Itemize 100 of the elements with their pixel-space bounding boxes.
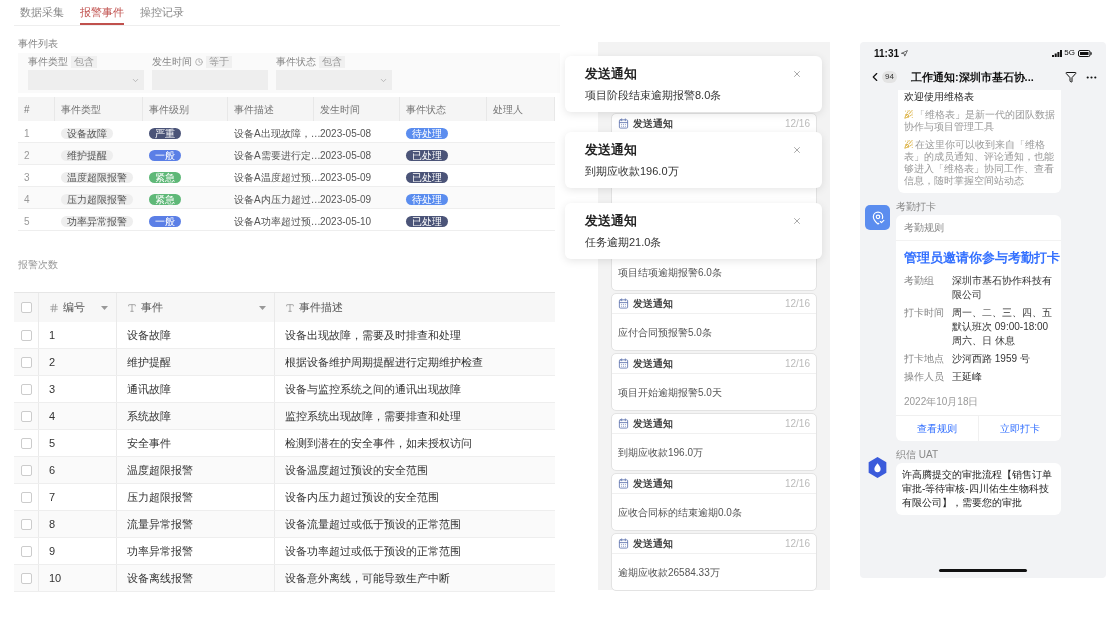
card-title: 发送通知	[633, 357, 673, 371]
toast-title: 发送通知	[585, 141, 637, 159]
type-tag: 维护提醒	[61, 149, 113, 161]
checkbox[interactable]	[20, 356, 32, 368]
table-cell: 设备A内压力超过…	[234, 193, 321, 205]
tab[interactable]: 报警事件	[80, 3, 124, 25]
operator-tag[interactable]: 包含	[71, 56, 97, 68]
notification-card[interactable]: 发送通知 12/16 项目开始逾期报警5.0天	[611, 353, 817, 411]
section-title: 事件列表	[17, 37, 59, 51]
section-title: 报警次数	[17, 258, 59, 272]
chat-title: 工作通知:深圳市基石协...	[910, 69, 1034, 85]
type-tag: 设备故障	[61, 127, 113, 139]
table-cell-text: 7	[49, 489, 56, 505]
table-cell-text: 流量异常报警	[127, 516, 193, 532]
table-cell-text: 2	[49, 354, 56, 370]
network-type: 5G	[1064, 47, 1075, 59]
column-header: 处理人	[493, 102, 523, 117]
table-cell-text: 根据设备维护周期提醒进行定期维护检查	[285, 354, 483, 370]
table-cell: 2023-05-08	[320, 149, 372, 161]
calendar-icon	[618, 298, 629, 309]
field-label: 打卡地点	[904, 351, 945, 366]
table-cell-text: 检测到潜在的安全事件，如未授权访问	[285, 435, 472, 451]
close-icon[interactable]	[792, 68, 802, 79]
caret-icon[interactable]	[101, 305, 108, 310]
calendar-icon	[618, 538, 629, 549]
notification-card[interactable]: 发送通知 12/16 应付合同预报警5.0条	[611, 293, 817, 351]
checkbox[interactable]	[20, 464, 32, 476]
checkbox[interactable]	[20, 410, 32, 422]
table-cell-text: 设备温度超过预设的安全范围	[285, 462, 428, 478]
toast-message: 项目阶段结束逾期报警8.0条	[585, 87, 723, 103]
table-cell-text: 设备离线报警	[127, 570, 193, 586]
checkbox[interactable]	[20, 518, 32, 530]
notification-card[interactable]: 发送通知 12/16 应收合同标的结束逾期0.0条	[611, 473, 817, 531]
card-date: 12/16	[784, 117, 810, 131]
card-headline: 管理员邀请你参与考勤打卡	[903, 250, 1061, 267]
filter-icon[interactable]	[1065, 71, 1077, 83]
row-number: 4	[24, 193, 30, 205]
checkbox[interactable]	[20, 329, 32, 341]
table-cell: 设备A功率超过预…	[234, 215, 321, 227]
message-text: 在这里你可以收到来自「维格表」的成员通知、评论通知，也能够进入「维格表」协同工作、查看信息，随时掌握空间站动态	[904, 139, 1055, 187]
caret-icon[interactable]	[259, 305, 266, 310]
table-cell: 设备A需要进行定…	[234, 149, 321, 161]
row-number: 1	[24, 127, 30, 139]
table-cell-text: 10	[49, 570, 62, 586]
tab[interactable]: 数据采集	[20, 3, 64, 25]
close-icon[interactable]	[792, 144, 802, 155]
table-cell-text: 压力超限报警	[127, 489, 193, 505]
checkbox[interactable]	[20, 302, 32, 313]
text-field-icon	[127, 302, 137, 313]
tab[interactable]: 操控记录	[140, 3, 184, 25]
toast-title: 发送通知	[585, 65, 637, 83]
field-value: 王延峰	[952, 369, 982, 384]
operator-tag[interactable]: 包含	[319, 56, 345, 68]
table-cell: 2023-05-09	[320, 193, 372, 205]
message-text: 「维格表」是新一代的团队数据协作与项目管理工具	[904, 109, 1055, 133]
field-value: 默认班次 09:00-18:00	[952, 319, 1050, 334]
row-number: 5	[24, 215, 30, 227]
card-action-link[interactable]: 查看规则	[896, 415, 978, 441]
close-icon[interactable]	[792, 215, 802, 226]
number-field-icon	[49, 302, 59, 313]
table-cell-text: 设备故障	[127, 327, 171, 343]
status-badge: 一般	[149, 149, 181, 161]
column-header: 编号	[63, 300, 85, 316]
operator-tag[interactable]: 等于	[206, 56, 232, 68]
battery-icon	[1078, 49, 1092, 57]
checkbox[interactable]	[20, 545, 32, 557]
status-badge: 一般	[149, 215, 181, 227]
clock-icon	[195, 58, 203, 66]
table-cell-text: 9	[49, 543, 56, 559]
card-message: 项目开始逾期报警5.0天	[618, 385, 722, 400]
card-action-link[interactable]: 立即打卡	[978, 415, 1061, 441]
row-number: 2	[24, 149, 30, 161]
checkbox[interactable]	[20, 572, 32, 584]
type-tag: 温度超限报警	[61, 171, 133, 183]
card-title: 发送通知	[633, 477, 673, 491]
select-field[interactable]	[28, 70, 144, 90]
card-date: 12/16	[784, 417, 810, 431]
checkbox[interactable]	[20, 383, 32, 395]
select-field[interactable]	[276, 70, 392, 90]
unread-badge: 94	[882, 71, 897, 83]
notification-card[interactable]: 发送通知 12/16 逾期应收款26584.33万	[611, 533, 817, 591]
status-badge: 待处理	[406, 193, 448, 205]
card-date: 12/16	[784, 297, 810, 311]
column-header: 事件描述	[234, 102, 274, 117]
field-value: 周一、二、三、四、五	[952, 305, 1052, 320]
card-message: 逾期应收款26584.33万	[618, 565, 720, 580]
card-date: 2022年10月18日	[903, 394, 980, 409]
notification-card[interactable]: 发送通知 12/16 到期应收款196.0万	[611, 413, 817, 471]
checkbox[interactable]	[20, 437, 32, 449]
checkbox[interactable]	[20, 491, 32, 503]
table-cell-text: 设备功率超过或低于预设的正常范围	[285, 543, 461, 559]
filter-label: 发生时间	[152, 56, 192, 68]
table-cell-text: 6	[49, 462, 56, 478]
calendar-icon	[618, 118, 629, 129]
column-header: #	[24, 102, 30, 117]
card-title: 欢迎使用维格表	[904, 90, 975, 103]
table-cell: 2023-05-10	[320, 215, 372, 227]
field-label: 考勤组	[904, 273, 935, 288]
sender-name: 织信 UAT	[896, 448, 940, 461]
table-cell-text: 设备出现故障，需要及时排查和处理	[285, 327, 461, 343]
